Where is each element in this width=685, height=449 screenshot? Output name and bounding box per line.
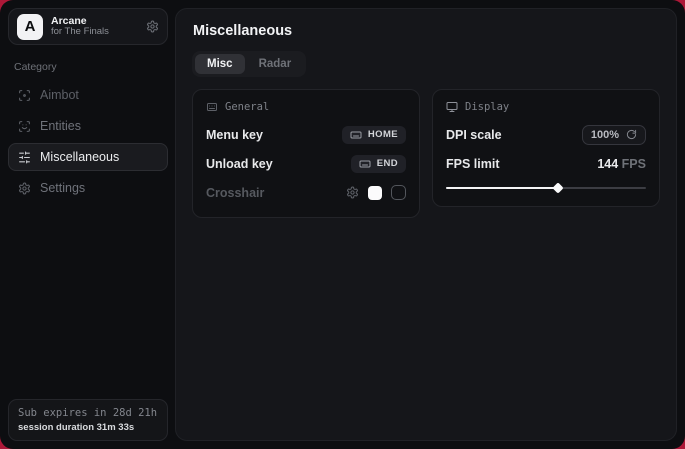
- fps-limit-value: 144: [597, 157, 618, 171]
- keyboard-section-icon: [206, 101, 218, 113]
- crosshair-checkbox[interactable]: [391, 185, 406, 200]
- category-label: Category: [14, 61, 168, 73]
- crosshair-settings-gear-icon[interactable]: [346, 186, 359, 199]
- sidebar-item-label: Settings: [40, 181, 85, 195]
- display-card: Display DPI scale 100% FPS limit: [432, 89, 660, 207]
- app-window: A Arcane for The Finals Category Aimbot: [0, 0, 685, 449]
- tab-radar[interactable]: Radar: [247, 54, 304, 74]
- fps-limit-label: FPS limit: [446, 157, 499, 171]
- menu-key-row: Menu key HOME: [206, 123, 406, 146]
- main-panel: Miscellaneous Misc Radar General Menu ke…: [175, 8, 677, 441]
- card-header-label: General: [225, 101, 269, 113]
- key-bind-value: END: [377, 158, 398, 169]
- session-duration-text: session duration 31m 33s: [18, 422, 158, 433]
- page-title: Miscellaneous: [193, 23, 660, 39]
- dpi-scale-select[interactable]: 100%: [582, 125, 646, 145]
- key-bind-value: HOME: [368, 129, 398, 140]
- scan-face-icon: [18, 120, 31, 133]
- sidebar-nav: Aimbot Entities Miscellaneous: [8, 81, 168, 202]
- sidebar-item-miscellaneous[interactable]: Miscellaneous: [8, 143, 168, 171]
- general-card: General Menu key HOME Unload key: [192, 89, 420, 218]
- dpi-scale-label: DPI scale: [446, 128, 502, 142]
- sidebar-item-entities[interactable]: Entities: [8, 112, 168, 140]
- fps-limit-slider[interactable]: [446, 183, 646, 193]
- tab-misc[interactable]: Misc: [195, 54, 245, 74]
- fps-limit-row: FPS limit 144 FPS: [446, 152, 646, 175]
- unload-key-row: Unload key END: [206, 152, 406, 175]
- app-subtitle: for The Finals: [51, 27, 138, 38]
- monitor-icon: [446, 101, 458, 113]
- app-logo: A: [17, 14, 43, 40]
- sidebar-item-label: Aimbot: [40, 88, 79, 102]
- slider-thumb[interactable]: [552, 182, 563, 193]
- sidebar-item-aimbot[interactable]: Aimbot: [8, 81, 168, 109]
- cycle-icon: [626, 129, 637, 140]
- sub-expiry-text: Sub expires in 28d 21h: [18, 407, 158, 419]
- gear-icon: [18, 182, 31, 195]
- fps-limit-unit: FPS: [618, 157, 646, 171]
- unload-key-bind-button[interactable]: END: [351, 155, 406, 173]
- dpi-scale-value: 100%: [591, 129, 619, 141]
- crosshair-row: Crosshair: [206, 181, 406, 204]
- sidebar: A Arcane for The Finals Category Aimbot: [0, 0, 175, 449]
- keyboard-icon: [350, 129, 362, 141]
- menu-key-label: Menu key: [206, 128, 263, 142]
- keyboard-icon: [359, 158, 371, 170]
- subscription-card: Sub expires in 28d 21h session duration …: [8, 399, 168, 441]
- backdrop: A Arcane for The Finals Category Aimbot: [0, 0, 685, 449]
- sidebar-item-settings[interactable]: Settings: [8, 174, 168, 202]
- focus-icon: [18, 89, 31, 102]
- gear-icon[interactable]: [146, 20, 159, 33]
- tab-bar: Misc Radar: [192, 51, 306, 77]
- sidebar-item-label: Entities: [40, 119, 81, 133]
- menu-key-bind-button[interactable]: HOME: [342, 126, 406, 144]
- unload-key-label: Unload key: [206, 157, 273, 171]
- sidebar-item-label: Miscellaneous: [40, 150, 119, 164]
- crosshair-color-swatch[interactable]: [368, 186, 382, 200]
- fps-slider-fill: [446, 187, 558, 189]
- sliders-icon: [18, 151, 31, 164]
- brand-card: A Arcane for The Finals: [8, 8, 168, 45]
- crosshair-label: Crosshair: [206, 186, 264, 200]
- settings-cards: General Menu key HOME Unload key: [192, 89, 660, 218]
- card-header-label: Display: [465, 101, 509, 113]
- dpi-scale-row: DPI scale 100%: [446, 123, 646, 146]
